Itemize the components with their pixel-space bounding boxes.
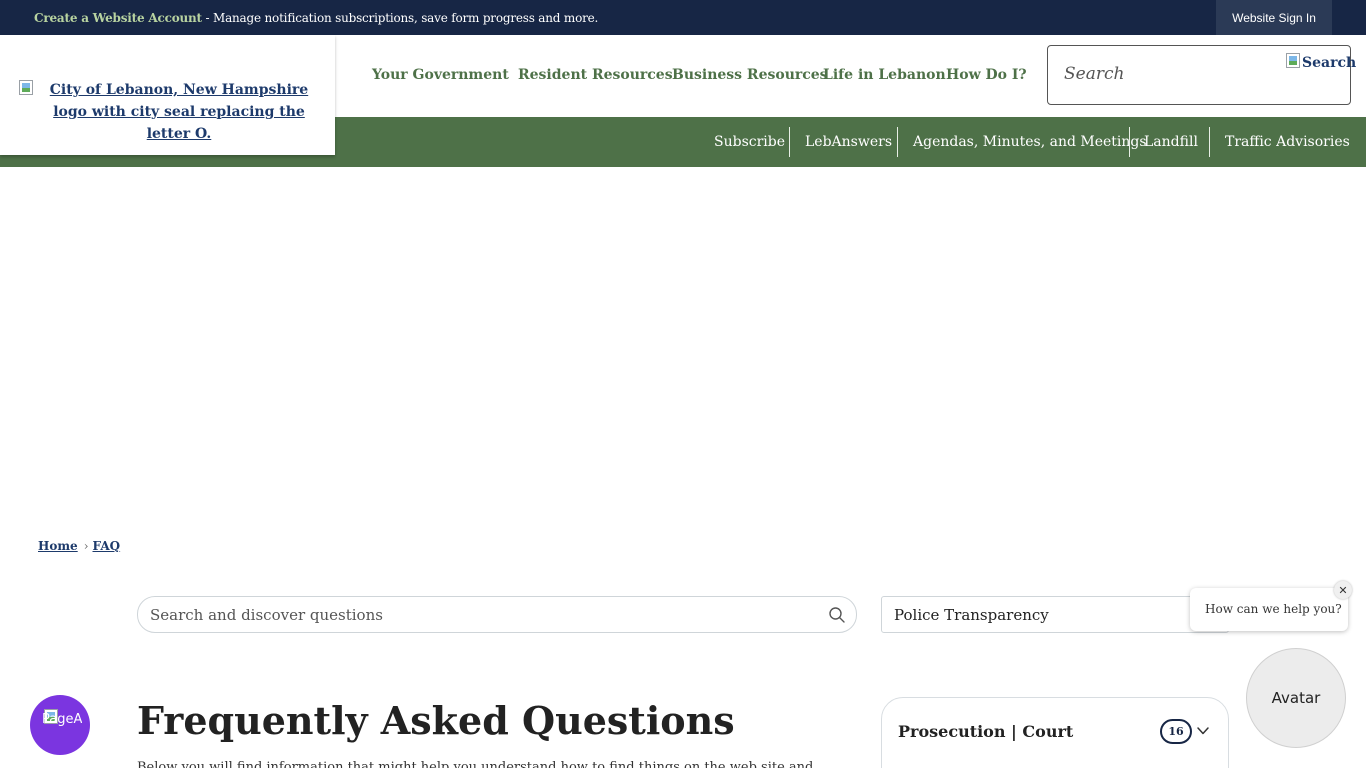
chat-prompt-text: How can we help you? (1205, 602, 1342, 616)
create-account-link[interactable]: Create a Website Account (34, 11, 202, 25)
quick-link-landfill[interactable]: Landfill (1144, 134, 1198, 150)
page-title: Frequently Asked Questions (137, 698, 735, 743)
breadcrumb: Home › FAQ (38, 539, 120, 553)
faq-category-value: Police Transparency (894, 606, 1049, 624)
breadcrumb-faq[interactable]: FAQ (93, 539, 121, 553)
nav-business-resources[interactable]: Business Resources (672, 67, 828, 83)
faq-category-count-badge: 16 (1160, 719, 1192, 744)
chat-avatar[interactable]: Avatar (1246, 648, 1346, 748)
nav-your-government[interactable]: Your Government (372, 67, 509, 83)
quick-link-agendas[interactable]: Agendas, Minutes, and Meetings (913, 134, 1147, 150)
faq-category-select[interactable]: Police Transparency (881, 596, 1229, 633)
chat-prompt-bubble[interactable]: How can we help you? (1190, 588, 1348, 631)
notification-bar: Create a Website Account - Manage notifi… (0, 0, 1366, 35)
accessibility-widget-button[interactable]: PageA Perso (30, 695, 90, 755)
sign-in-button[interactable]: Website Sign In (1216, 0, 1332, 35)
broken-image-icon (1286, 53, 1302, 69)
site-search-button-label: Search (1302, 55, 1357, 71)
notification-message: Create a Website Account - Manage notifi… (34, 11, 598, 25)
create-account-description: - Manage notification subscriptions, sav… (201, 11, 599, 25)
quick-link-divider (1209, 127, 1210, 157)
nav-how-do-i[interactable]: How Do I? (946, 67, 1027, 83)
site-search: Search Search (1047, 45, 1356, 105)
logo-container: City of Lebanon, New Hampshire logo with… (0, 35, 335, 155)
quick-link-divider (1129, 127, 1130, 157)
quick-link-subscribe[interactable]: Subscribe (714, 134, 785, 150)
breadcrumb-separator: › (83, 539, 89, 553)
quick-link-divider (897, 127, 898, 157)
page-intro: Below you will find information that mig… (137, 760, 830, 768)
search-icon[interactable] (828, 606, 846, 624)
quick-link-divider (789, 127, 790, 157)
site-logo-link[interactable]: City of Lebanon, New Hampshire logo with… (44, 79, 314, 145)
quick-link-lebanswers[interactable]: LebAnswers (805, 134, 892, 150)
faq-search-field[interactable]: Search and discover questions (137, 596, 857, 633)
accessibility-widget-label: PageA Perso (42, 712, 82, 727)
broken-image-icon (19, 80, 35, 96)
nav-resident-resources[interactable]: Resident Resources (518, 67, 673, 83)
nav-life-in-lebanon[interactable]: Life in Lebanon (823, 67, 946, 83)
breadcrumb-home[interactable]: Home (38, 539, 78, 553)
quick-link-traffic-advisories[interactable]: Traffic Advisories (1225, 134, 1350, 150)
faq-category-card[interactable]: Prosecution | Court 16 (881, 697, 1229, 768)
close-icon[interactable]: ✕ (1334, 581, 1352, 599)
site-search-input[interactable]: Search (1064, 64, 1124, 84)
chevron-down-icon[interactable] (1196, 724, 1210, 738)
faq-category-title: Prosecution | Court (898, 722, 1074, 741)
faq-search-input[interactable]: Search and discover questions (150, 606, 383, 624)
